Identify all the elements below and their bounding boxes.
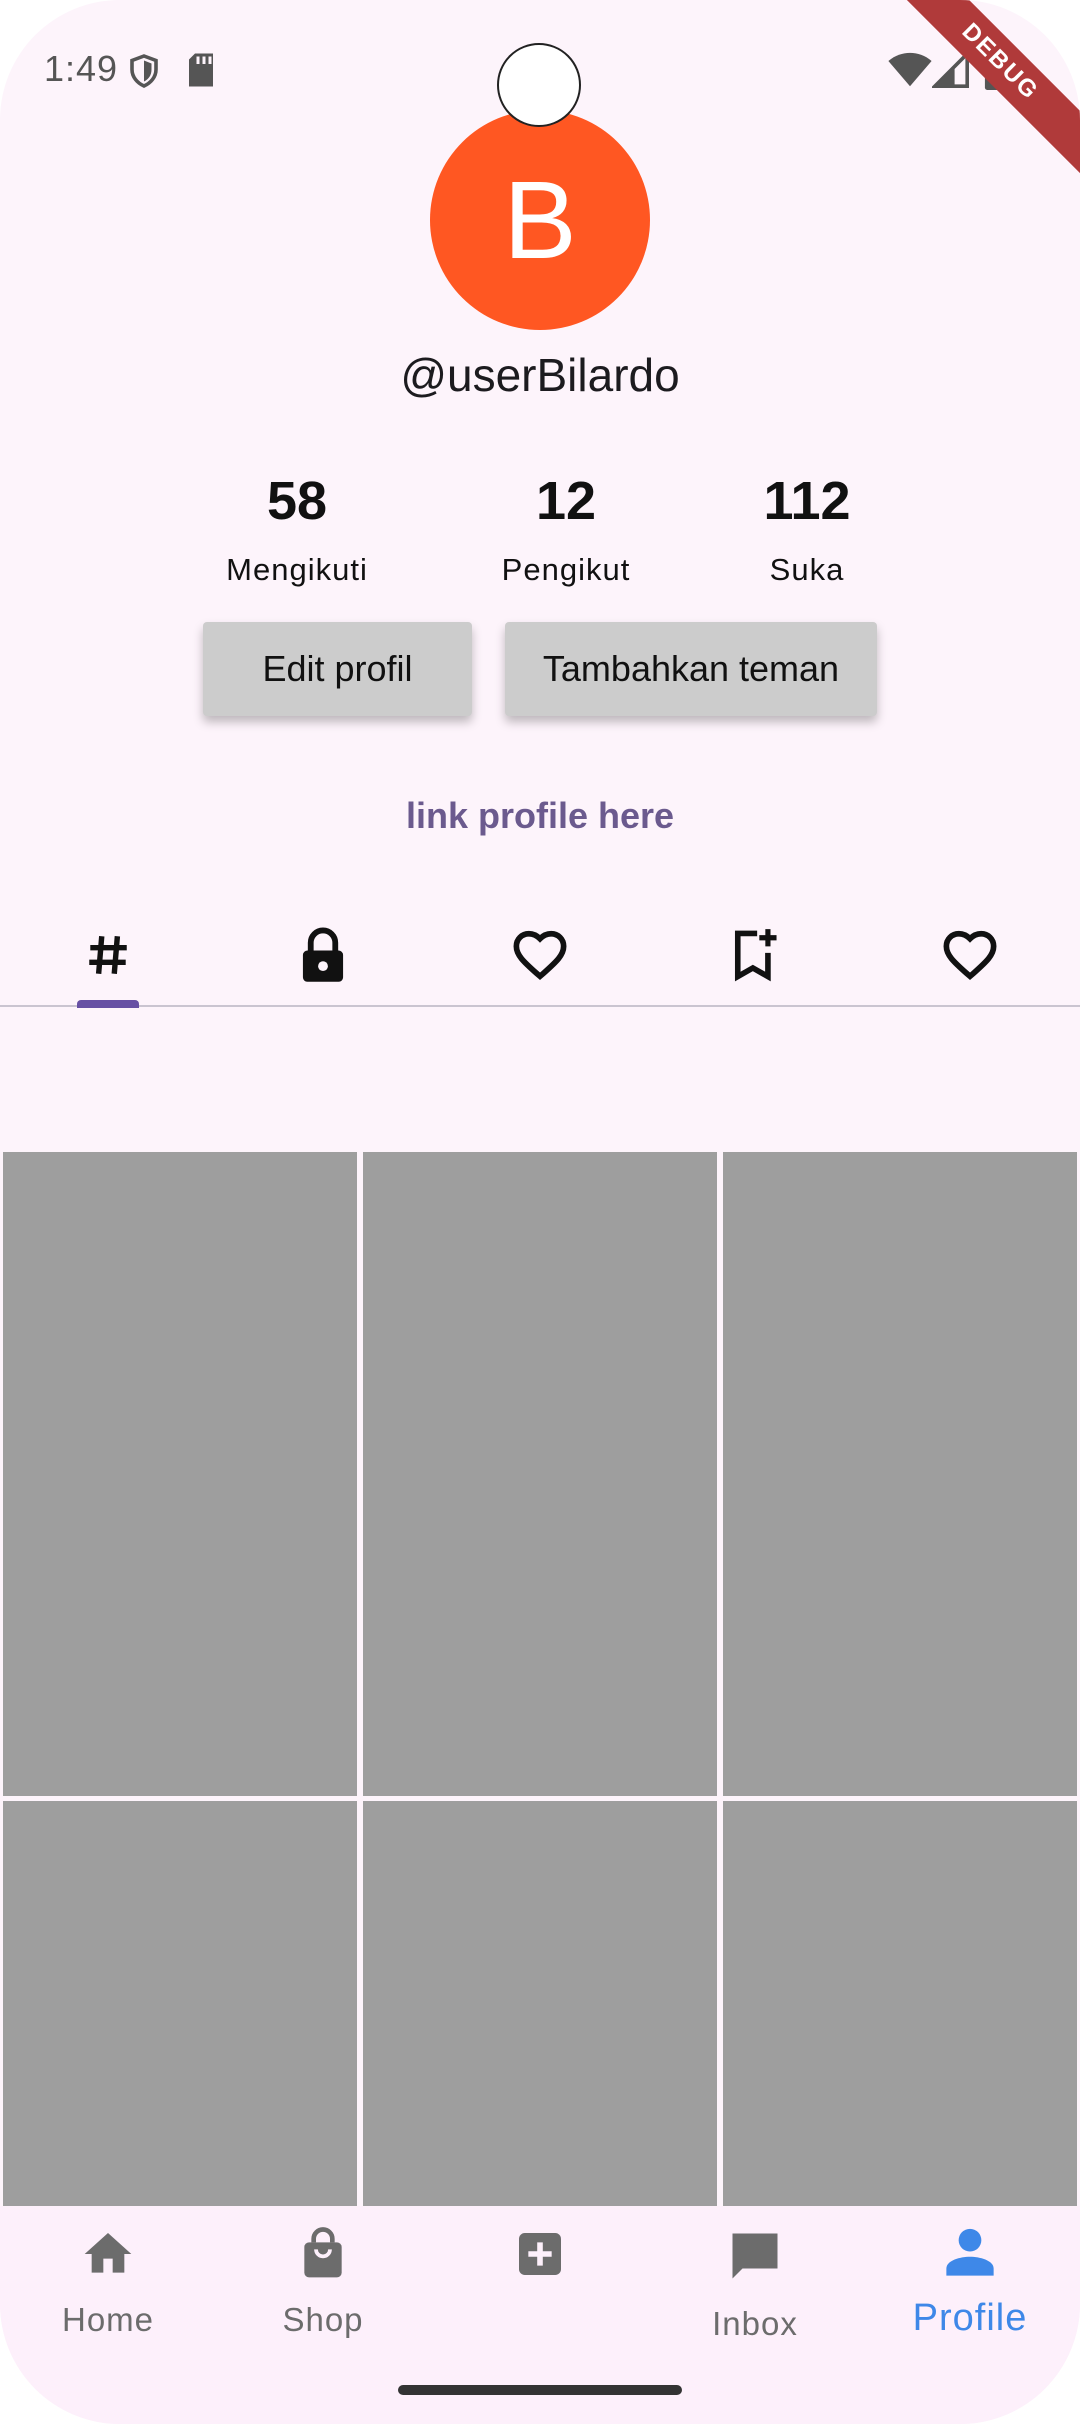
stat-label: Suka xyxy=(769,552,845,587)
stat-likes[interactable]: 112 Suka xyxy=(697,470,917,588)
edit-profile-button[interactable]: Edit profil xyxy=(203,622,472,716)
phone-screen: 1:49 DEBUG B @userBilardo 58 Mengikuti 1… xyxy=(0,0,1080,2424)
stat-followers[interactable]: 12 Pengikut xyxy=(456,470,676,588)
person-icon xyxy=(946,2228,994,2276)
shield-icon xyxy=(130,54,158,88)
home-icon xyxy=(84,2233,132,2273)
stat-label: Pengikut xyxy=(501,552,631,587)
debug-banner: DEBUG xyxy=(878,0,1080,184)
tab-saved[interactable] xyxy=(695,905,815,1005)
stat-following[interactable]: 58 Mengikuti xyxy=(187,470,407,588)
tab-posts[interactable] xyxy=(48,905,168,1005)
bookmark-add-icon xyxy=(734,929,777,982)
tab-indicator xyxy=(77,1000,139,1008)
shopping-bag-icon xyxy=(304,2227,342,2278)
add-friend-button[interactable]: Tambahkan teman xyxy=(505,622,877,716)
tab-favorites[interactable] xyxy=(910,905,1030,1005)
nav-inbox[interactable]: Inbox xyxy=(665,2226,845,2343)
lock-icon xyxy=(302,927,344,982)
stat-value: 58 xyxy=(266,471,328,531)
profile-link[interactable]: link profile here xyxy=(0,795,1080,837)
home-indicator xyxy=(398,2385,682,2395)
stat-value: 112 xyxy=(763,471,851,531)
tab-divider xyxy=(0,1005,1080,1007)
wifi-icon xyxy=(888,52,932,87)
avatar[interactable]: B xyxy=(430,110,650,330)
stat-label: Mengikuti xyxy=(226,552,368,587)
hashtag-icon xyxy=(89,936,127,974)
nav-shop[interactable]: Shop xyxy=(233,2226,413,2339)
post-thumbnail[interactable] xyxy=(3,1801,357,2206)
nav-label: Shop xyxy=(282,2301,364,2338)
add-box-icon xyxy=(519,2233,561,2275)
post-thumbnail[interactable] xyxy=(363,1801,717,2206)
post-thumbnail[interactable] xyxy=(723,1801,1077,2206)
nav-label: Inbox xyxy=(712,2305,798,2342)
post-thumbnail[interactable] xyxy=(363,1152,717,1796)
heart-outline-icon xyxy=(513,930,567,981)
stat-value: 12 xyxy=(535,471,597,531)
tab-private[interactable] xyxy=(263,905,383,1005)
sd-card-icon xyxy=(189,53,213,87)
heart-outline-icon xyxy=(943,930,997,981)
camera-cutout xyxy=(497,43,581,127)
nav-profile[interactable]: Profile xyxy=(880,2226,1060,2340)
username: @userBilardo xyxy=(400,349,680,401)
nav-home[interactable]: Home xyxy=(18,2226,198,2339)
chat-icon xyxy=(732,2233,778,2279)
nav-label: Profile xyxy=(912,2297,1028,2339)
status-time: 1:49 xyxy=(44,48,119,89)
nav-label: Home xyxy=(61,2301,155,2338)
nav-add[interactable] xyxy=(450,2226,630,2301)
tab-liked[interactable] xyxy=(480,905,600,1005)
post-thumbnail[interactable] xyxy=(723,1152,1077,1796)
post-thumbnail[interactable] xyxy=(3,1152,357,1796)
